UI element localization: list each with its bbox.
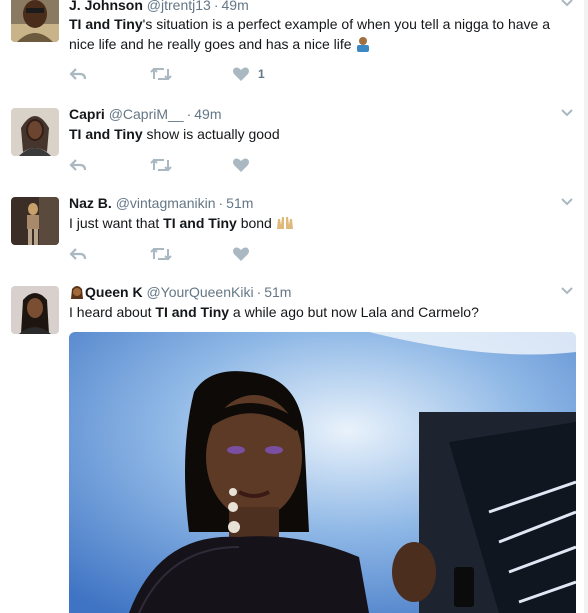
highlight-term: TI and Tiny [155,304,230,320]
tweet-text-fragment: a while ago but now Lala and Carmelo? [229,304,479,320]
reply-button[interactable] [69,65,87,85]
tweet-header: J. Johnson @jtrentj13 · 49m [69,0,249,13]
reply-icon [69,248,87,260]
heart-icon [233,67,249,81]
reply-button[interactable] [69,245,87,265]
user-handle[interactable]: @vintagmanikin [116,195,216,211]
retweet-button[interactable] [150,245,172,265]
retweet-icon [150,158,172,172]
tweet-actions: 1 [69,65,309,85]
retweet-button[interactable] [150,156,172,176]
tweet-3[interactable]: Naz B. @vintagmanikin · 51m I just want th… [0,185,588,275]
chevron-down-icon[interactable] [560,106,574,120]
shrug-emoji-icon [357,37,370,52]
separator-dot: · [256,284,262,300]
reply-icon [69,68,87,80]
tweet-actions [69,156,309,176]
avatar[interactable] [11,286,59,334]
tweet-1[interactable]: J. Johnson @jtrentj13 · 49m TI and Tiny's … [0,0,588,97]
user-handle[interactable]: @CapriM__ [109,106,184,122]
separator-dot: · [186,106,192,122]
tweet-header: Naz B. @vintagmanikin · 51m [69,195,253,211]
display-name[interactable]: J. Johnson [69,0,143,13]
timestamp[interactable]: 51m [226,195,253,211]
chevron-down-icon[interactable] [560,284,574,298]
display-name[interactable]: Capri [69,106,105,122]
like-button[interactable] [232,245,250,265]
tweet-text-fragment: I just want that [69,215,164,231]
reply-button[interactable] [69,156,87,176]
tweet-text: I heard about TI and Tiny a while ago bu… [69,302,574,322]
like-button[interactable]: 1 [232,65,265,85]
avatar[interactable] [11,0,59,42]
display-name[interactable]: Naz B. [69,195,112,211]
retweet-icon [150,247,172,261]
tweet-actions [69,245,309,265]
retweet-icon [150,67,172,81]
timestamp[interactable]: 51m [264,284,291,300]
heart-icon [233,247,249,261]
tweet-media-image[interactable] [69,332,576,613]
like-button[interactable] [232,156,250,176]
separator-dot: · [218,195,224,211]
tweet-text: TI and Tiny's situation is a perfect exa… [69,14,574,54]
like-count: 1 [258,67,265,81]
tweet-text-fragment: show is actually good [142,126,280,142]
highlight-term: TI and Tiny [163,215,237,231]
tweet-text: TI and Tiny show is actually good [69,124,574,144]
highlight-term: TI and Tiny [69,126,143,142]
reply-icon [69,159,87,171]
heart-icon [233,158,249,172]
highlight-term: TI and Tiny [69,16,143,32]
separator-dot: · [213,0,219,13]
user-handle[interactable]: @jtrentj13 [147,0,211,13]
woman-emoji-icon [71,286,83,299]
tweet-header: Capri @CapriM__ · 49m [69,106,222,122]
chevron-down-icon[interactable] [560,195,574,209]
tweet-text-fragment: bond [236,215,272,231]
display-name[interactable]: Queen K [85,284,143,300]
timestamp[interactable]: 49m [222,0,249,13]
tweet-text-fragment: I heard about [69,304,156,320]
user-handle[interactable]: @YourQueenKiki [146,284,253,300]
tweet-text: I just want that TI and Tiny bond [69,213,574,233]
avatar[interactable] [11,197,59,245]
tweet-2[interactable]: Capri @CapriM__ · 49m TI and Tiny show is … [0,96,588,186]
avatar[interactable] [11,108,59,156]
chevron-down-icon[interactable] [560,0,574,10]
timestamp[interactable]: 49m [194,106,221,122]
raised-hands-emoji-icon [276,217,293,229]
retweet-button[interactable] [150,65,172,85]
scrollbar[interactable] [584,0,588,613]
tweet-header: Queen K @YourQueenKiki · 51m [69,284,291,300]
